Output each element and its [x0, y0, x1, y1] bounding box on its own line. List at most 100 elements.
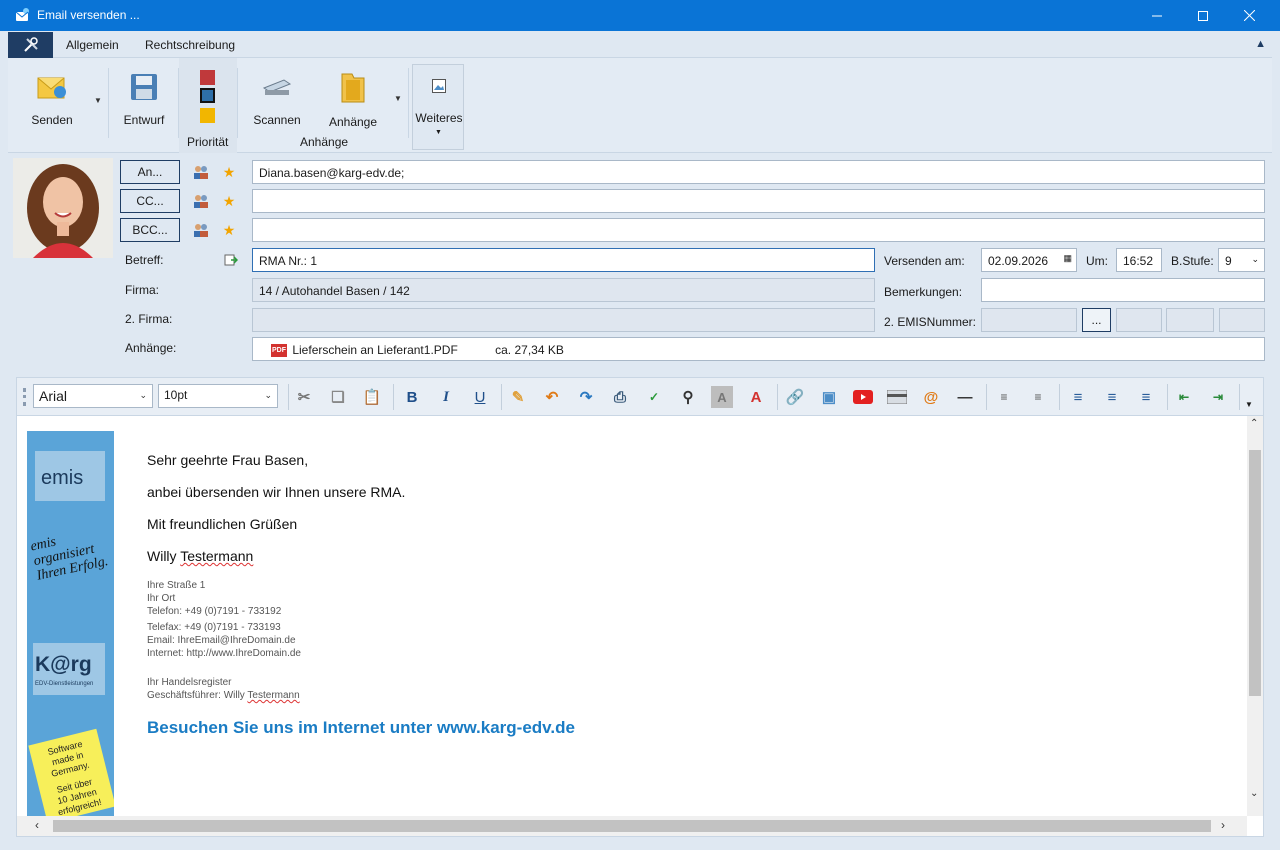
level-label: B.Stufe:	[1171, 254, 1214, 268]
scroll-right-icon[interactable]: ›	[1221, 818, 1225, 832]
bullet-list-icon[interactable]: ≡	[1027, 386, 1049, 408]
attachments-label-form: Anhänge:	[125, 341, 177, 355]
image-icon[interactable]: ▣	[818, 386, 840, 408]
tab-spelling[interactable]: Rechtschreibung	[145, 38, 235, 52]
scan-label: Scannen	[253, 113, 301, 127]
copy-icon[interactable]: ❏	[327, 386, 349, 408]
tab-general[interactable]: Allgemein	[66, 38, 119, 52]
cut-icon[interactable]: ✂	[293, 386, 315, 408]
level-select[interactable]: 9 ⌄	[1218, 248, 1265, 272]
sig-street: Ihre Straße 1	[147, 580, 206, 591]
search-icon[interactable]: ⚲	[677, 386, 699, 408]
to-field[interactable]: Diana.basen@karg-edv.de;	[252, 160, 1265, 184]
close-button[interactable]	[1226, 0, 1272, 31]
scroll-left-icon[interactable]: ‹	[35, 818, 39, 832]
align-right-icon[interactable]: ≡	[1135, 386, 1157, 408]
scan-button[interactable]: Scannen	[250, 74, 304, 127]
contacts-icon[interactable]	[192, 221, 210, 239]
send-button[interactable]: Senden	[28, 72, 76, 127]
emis-lookup-button[interactable]: ...	[1082, 308, 1111, 332]
calendar-icon[interactable]: ▦	[1063, 253, 1072, 264]
minimize-button[interactable]	[1134, 0, 1180, 31]
highlight-icon[interactable]: A	[711, 386, 733, 408]
time-label: Um:	[1086, 254, 1108, 268]
collapse-ribbon-icon[interactable]: ▲	[1255, 38, 1266, 50]
vertical-scrollbar[interactable]: ⌃ ⌄	[1247, 416, 1263, 816]
video-icon[interactable]	[852, 386, 874, 408]
more-button[interactable]: Weiteres ▼	[412, 64, 464, 150]
website-link[interactable]: Besuchen Sie uns im Internet unter www.k…	[147, 718, 575, 738]
scroll-down-icon[interactable]: ⌄	[1250, 788, 1258, 799]
bcc-field[interactable]	[252, 218, 1265, 242]
at-sign-icon[interactable]: @	[920, 386, 942, 408]
sig-fax: Telefax: +49 (0)7191 - 733193	[147, 622, 281, 633]
attachments-dropdown-icon[interactable]: ▼	[394, 94, 402, 103]
send-date-field[interactable]: 02.09.2026 ▦	[981, 248, 1077, 272]
folder-attach-icon	[341, 73, 365, 103]
font-select[interactable]: Arial ⌄	[33, 384, 153, 408]
horizontal-scrollbar[interactable]: ‹ ›	[17, 816, 1247, 836]
numbered-list-icon[interactable]: ≡	[993, 386, 1015, 408]
insert-field-icon[interactable]	[222, 251, 240, 269]
attachments-list: PDF Lieferschein an Lieferant1.PDF ca. 2…	[252, 337, 1265, 361]
draft-button[interactable]: Entwurf	[120, 72, 168, 127]
horizontal-scroll-thumb[interactable]	[53, 820, 1211, 832]
favorite-star-icon[interactable]: ★	[220, 163, 238, 181]
scroll-up-icon[interactable]: ⌃	[1250, 418, 1258, 429]
table-icon[interactable]	[886, 386, 908, 408]
format-toolbar: Arial ⌄ 10pt ⌄ ✂ ❏ 📋 B I U ✎ ↶ ↷ ⎙ ✓ ⚲ A…	[17, 378, 1263, 416]
horizontal-line-icon[interactable]: —	[954, 386, 976, 408]
favorite-star-icon[interactable]: ★	[220, 221, 238, 239]
toolbar-overflow-icon[interactable]: ▼	[1245, 400, 1253, 409]
undo-icon[interactable]: ↶	[541, 386, 563, 408]
paste-icon[interactable]: 📋	[361, 386, 383, 408]
priority-low-button[interactable]	[200, 108, 215, 123]
bold-icon[interactable]: B	[401, 386, 423, 408]
priority-high-button[interactable]	[200, 70, 215, 85]
italic-icon[interactable]: I	[435, 386, 457, 408]
print-icon[interactable]: ⎙	[609, 386, 631, 408]
to-button[interactable]: An...	[120, 160, 180, 184]
remarks-label: Bemerkungen:	[884, 285, 963, 299]
cc-button[interactable]: CC...	[120, 189, 180, 213]
separator	[1167, 384, 1168, 410]
emis-field[interactable]	[981, 308, 1077, 332]
send-time-field[interactable]: 16:52	[1116, 248, 1162, 272]
remarks-field[interactable]	[981, 278, 1265, 302]
separator	[393, 384, 394, 410]
underline-icon[interactable]: U	[469, 386, 491, 408]
priority-normal-button[interactable]	[200, 88, 215, 103]
vertical-scroll-thumb[interactable]	[1249, 450, 1261, 696]
link-icon[interactable]: 🔗	[784, 386, 806, 408]
message-body[interactable]: emis emis organisiert Ihren Erfolg. K@rg…	[17, 416, 1247, 816]
cc-field[interactable]	[252, 189, 1265, 213]
contacts-icon[interactable]	[192, 192, 210, 210]
image-icon	[432, 79, 446, 93]
toolbar-grip[interactable]	[23, 388, 26, 406]
favorite-star-icon[interactable]: ★	[220, 192, 238, 210]
outdent-icon[interactable]: ⇤	[1173, 386, 1195, 408]
greeting-line: Sehr geehrte Frau Basen,	[147, 452, 309, 468]
attachments-button[interactable]: Anhänge	[324, 70, 382, 129]
contacts-icon[interactable]	[192, 163, 210, 181]
file-menu-button[interactable]	[8, 32, 53, 58]
attachments-group-label: Anhänge	[300, 135, 349, 149]
attachment-file[interactable]: Lieferschein an Lieferant1.PDF	[292, 343, 457, 357]
align-center-icon[interactable]: ≡	[1101, 386, 1123, 408]
eraser-icon[interactable]: ✎	[507, 386, 529, 408]
indent-icon[interactable]: ⇥	[1207, 386, 1229, 408]
banner-brand-bottom: K@rg	[35, 653, 92, 676]
font-size-select[interactable]: 10pt ⌄	[158, 384, 278, 408]
signer-line: Willy Testermann	[147, 548, 253, 564]
chevron-down-icon: ⌄	[139, 390, 147, 400]
subject-field[interactable]: RMA Nr.: 1	[252, 248, 875, 272]
spellcheck-icon[interactable]: ✓	[643, 386, 665, 408]
redo-icon[interactable]: ↷	[575, 386, 597, 408]
send-dropdown-icon[interactable]: ▼	[94, 96, 102, 105]
font-color-icon[interactable]: A	[745, 386, 767, 408]
align-left-icon[interactable]: ≡	[1067, 386, 1089, 408]
pdf-icon: PDF	[271, 344, 287, 358]
closing-line: Mit freundlichen Grüßen	[147, 516, 298, 532]
bcc-button[interactable]: BCC...	[120, 218, 180, 242]
maximize-button[interactable]	[1180, 0, 1226, 31]
